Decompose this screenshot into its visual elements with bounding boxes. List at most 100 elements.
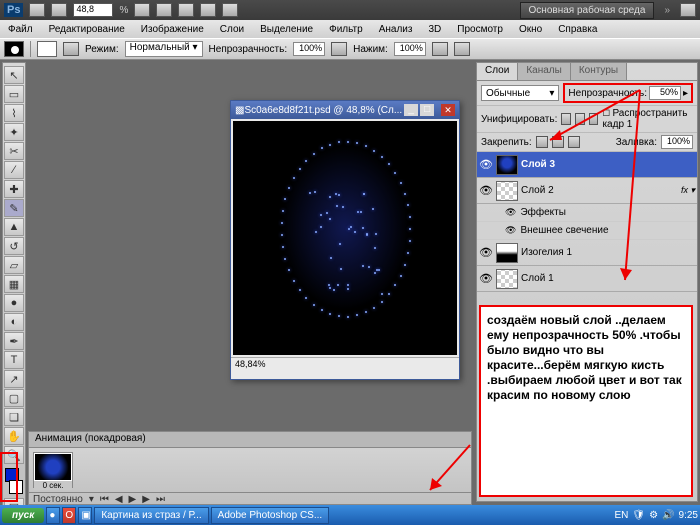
- document-titlebar[interactable]: ▩ Sc0a6e8d8f21t.psd @ 48,8% (Сл... _ □ ✕: [231, 101, 459, 119]
- layer-name[interactable]: Слой 1: [521, 273, 695, 284]
- dodge-tool[interactable]: ◐: [4, 313, 24, 331]
- unify-1-icon[interactable]: [561, 113, 571, 125]
- close-icon[interactable]: ✕: [441, 104, 455, 116]
- menu-analysis[interactable]: Анализ: [371, 22, 421, 37]
- cs-live-icon[interactable]: [680, 3, 696, 17]
- layer-name[interactable]: Изогелия 1: [521, 247, 695, 258]
- start-button[interactable]: пуск: [2, 508, 44, 523]
- tray-icon[interactable]: 🛡: [632, 510, 645, 521]
- menu-view[interactable]: Просмотр: [449, 22, 511, 37]
- brush-tool[interactable]: ✎: [4, 199, 24, 217]
- next-frame-icon[interactable]: ▶: [142, 494, 150, 505]
- blur-tool[interactable]: ●: [4, 294, 24, 312]
- history-icon[interactable]: [51, 3, 67, 17]
- canvas[interactable]: [233, 121, 457, 355]
- arrange-icon[interactable]: [200, 3, 216, 17]
- color-swatches[interactable]: [5, 468, 23, 494]
- menu-layers[interactable]: Слои: [212, 22, 252, 37]
- layer-thumb[interactable]: [496, 155, 518, 175]
- layer-blend-select[interactable]: Обычные▾: [481, 85, 559, 101]
- first-frame-icon[interactable]: ⏮: [100, 494, 109, 505]
- shape-tool[interactable]: ▢: [4, 389, 24, 407]
- eyedropper-tool[interactable]: ⁄: [4, 161, 24, 179]
- type-tool[interactable]: T: [4, 351, 24, 369]
- menu-file[interactable]: Файл: [0, 22, 41, 37]
- visibility-icon[interactable]: 👁: [479, 184, 493, 198]
- brush-panel-icon[interactable]: [63, 42, 79, 56]
- layer-name[interactable]: Слой 2: [521, 185, 678, 196]
- maximize-icon[interactable]: □: [420, 104, 434, 116]
- airbrush-icon[interactable]: [432, 42, 448, 56]
- visibility-icon[interactable]: 👁: [479, 158, 493, 172]
- minimize-icon[interactable]: _: [404, 104, 418, 116]
- unify-2-icon[interactable]: [575, 113, 585, 125]
- crop-tool[interactable]: ✂: [4, 142, 24, 160]
- quicklaunch-icon[interactable]: ●: [46, 507, 60, 524]
- healing-tool[interactable]: ✚: [4, 180, 24, 198]
- path-tool[interactable]: ↗: [4, 370, 24, 388]
- rotate-icon[interactable]: [178, 3, 194, 17]
- background-color[interactable]: [9, 480, 23, 494]
- menu-select[interactable]: Выделение: [252, 22, 321, 37]
- menu-image[interactable]: Изображение: [133, 22, 212, 37]
- brush-preset-picker[interactable]: [37, 41, 57, 57]
- layer-opacity-input[interactable]: 50%: [649, 86, 681, 100]
- tray-icon[interactable]: ⚙: [649, 510, 658, 521]
- visibility-icon[interactable]: 👁: [479, 272, 493, 286]
- unify-3-icon[interactable]: [589, 113, 599, 125]
- tray-icon[interactable]: 🔊: [662, 510, 674, 521]
- bridge-icon[interactable]: [29, 3, 45, 17]
- blend-mode-select[interactable]: Нормальный ▾: [125, 41, 203, 57]
- screenmode-icon[interactable]: [222, 3, 238, 17]
- zoom-field[interactable]: 48,8: [73, 3, 113, 17]
- tab-channels[interactable]: Каналы: [518, 63, 571, 80]
- visibility-icon[interactable]: 👁: [479, 246, 493, 260]
- wand-tool[interactable]: ✦: [4, 123, 24, 141]
- layer-row-2[interactable]: 👁 Слой 2 fx ▾: [477, 178, 697, 204]
- gradient-tool[interactable]: ▦: [4, 275, 24, 293]
- menu-window[interactable]: Окно: [511, 22, 550, 37]
- zoom-tool[interactable]: 🔍: [4, 446, 24, 464]
- lock-all-icon[interactable]: [568, 136, 580, 148]
- layer-row-3[interactable]: 👁 Слой 3: [477, 152, 697, 178]
- quicklaunch-icon[interactable]: O: [62, 507, 76, 524]
- lang-indicator[interactable]: EN: [615, 510, 629, 521]
- move-tool[interactable]: ↖: [4, 66, 24, 84]
- loop-select[interactable]: Постоянно: [33, 494, 83, 505]
- last-frame-icon[interactable]: ⏭: [156, 494, 165, 505]
- propagate-checkbox[interactable]: ☐ Распространить кадр 1: [602, 108, 693, 130]
- fx-outer-glow[interactable]: 👁 Внешнее свечение: [477, 222, 697, 240]
- pen-tool[interactable]: ✒: [4, 332, 24, 350]
- menu-filter[interactable]: Фильтр: [321, 22, 371, 37]
- fill-input[interactable]: 100%: [661, 135, 693, 149]
- layer-thumb[interactable]: [496, 181, 518, 201]
- layer-thumb[interactable]: [496, 243, 518, 263]
- play-icon[interactable]: ▶: [129, 494, 137, 505]
- lock-pixels-icon[interactable]: [536, 136, 548, 148]
- layer-name[interactable]: Слой 3: [521, 159, 695, 170]
- history-brush-tool[interactable]: ↺: [4, 237, 24, 255]
- document-window[interactable]: ▩ Sc0a6e8d8f21t.psd @ 48,8% (Сл... _ □ ✕…: [230, 100, 460, 380]
- taskbar-item-2[interactable]: Adobe Photoshop CS...: [211, 507, 330, 524]
- brush-flow-input[interactable]: 100%: [394, 42, 426, 56]
- menu-help[interactable]: Справка: [550, 22, 605, 37]
- taskbar-item-1[interactable]: Картина из страз / Р...: [94, 507, 208, 524]
- menu-3d[interactable]: 3D: [420, 22, 449, 37]
- clock[interactable]: 9:25: [679, 510, 698, 521]
- workspace-button[interactable]: Основная рабочая среда: [520, 2, 655, 19]
- layer-row-1[interactable]: 👁 Слой 1: [477, 266, 697, 292]
- tab-paths[interactable]: Контуры: [571, 63, 627, 80]
- stamp-tool[interactable]: ▲: [4, 218, 24, 236]
- chevron-right-icon[interactable]: ▸: [683, 88, 688, 99]
- tab-layers[interactable]: Слои: [477, 63, 518, 80]
- layer-thumb[interactable]: [496, 269, 518, 289]
- lasso-tool[interactable]: ⌇: [4, 104, 24, 122]
- hand-tool[interactable]: ✋: [4, 427, 24, 445]
- brush-tool-icon[interactable]: [4, 41, 24, 57]
- eraser-tool[interactable]: ▱: [4, 256, 24, 274]
- prev-frame-icon[interactable]: ◀: [115, 494, 123, 505]
- fx-badge[interactable]: fx ▾: [681, 185, 695, 196]
- animation-panel-title[interactable]: Анимация (покадровая): [29, 432, 471, 448]
- animation-frame-1[interactable]: 0 сек.: [33, 452, 73, 488]
- hand-icon[interactable]: [134, 3, 150, 17]
